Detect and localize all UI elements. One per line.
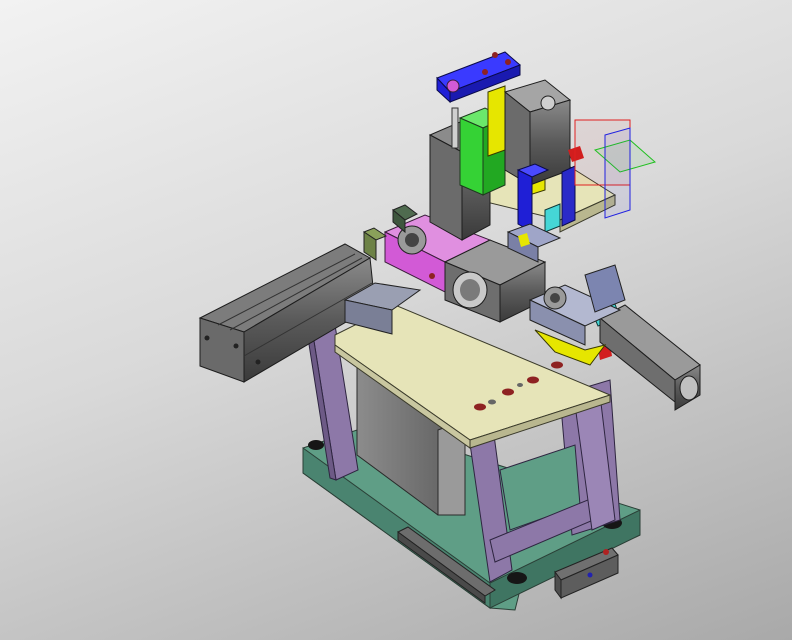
assembly-render xyxy=(198,51,701,611)
foot xyxy=(507,572,527,584)
pneumatic-cylinder-right xyxy=(599,304,701,411)
foot xyxy=(308,440,324,450)
cad-viewport[interactable] xyxy=(0,0,792,640)
